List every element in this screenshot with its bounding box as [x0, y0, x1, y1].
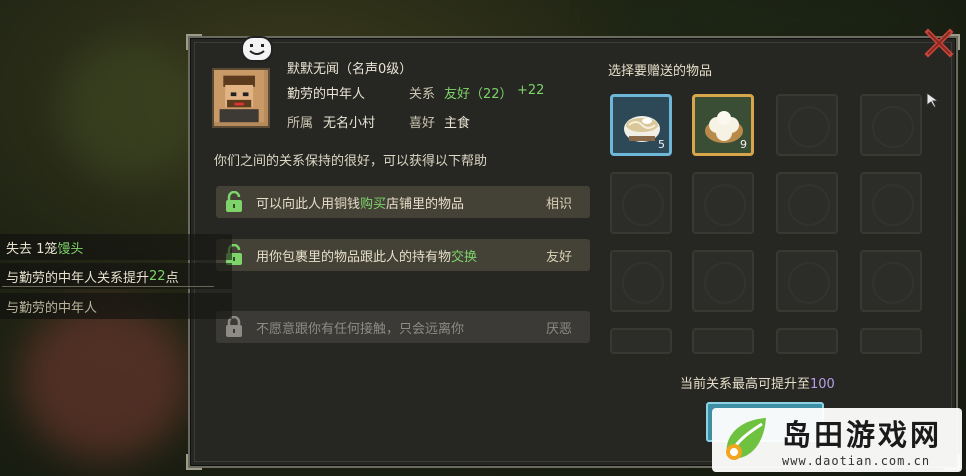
unlocked-icon — [226, 191, 242, 212]
log-line: 失去 1笼 馒头 — [0, 234, 232, 260]
background-blotch — [600, 0, 960, 40]
help-description: 你们之间的关系保持的很好，可以获得以下帮助 — [214, 154, 488, 169]
benefit-buy: 可以向此人用铜钱购买店铺里的物品 相识 — [216, 186, 590, 218]
gift-slot-empty[interactable] — [860, 94, 922, 156]
watermark-title: 岛田游戏网 — [782, 418, 943, 452]
mouse-cursor-icon — [926, 92, 940, 108]
gift-slot-empty[interactable] — [860, 172, 922, 234]
gift-slot-empty[interactable] — [776, 94, 838, 156]
benefit-exchange: 用你包裹里的物品跟此人的持有物交换 友好 — [216, 239, 590, 271]
lock-icon — [226, 316, 242, 337]
gift-slot-empty[interactable] — [610, 250, 672, 312]
leaf-logo-icon — [726, 418, 766, 460]
gift-slot-empty[interactable] — [610, 328, 672, 354]
gift-title: 选择要赠送的物品 — [608, 64, 713, 79]
item-count: 5 — [658, 138, 665, 151]
benefit-highlight: 交换 — [451, 249, 478, 265]
benefit-level: 友好 — [546, 249, 573, 265]
background-blotch — [20, 300, 190, 460]
emote-bubble-icon — [241, 36, 273, 62]
site-watermark: 岛田游戏网 www.daotian.com.cn — [712, 408, 962, 472]
item-count: 9 — [740, 138, 747, 151]
affiliation-label: 所属 — [287, 116, 314, 131]
npc-title: 勤劳的中年人 — [287, 87, 366, 102]
benefit-highlight: 购买 — [360, 196, 387, 212]
gift-slot-empty[interactable] — [692, 328, 754, 354]
gift-slot-empty[interactable] — [610, 172, 672, 234]
benefit-text: 用你包裹里的物品跟此人的持有物 — [256, 249, 452, 265]
log-divider — [2, 286, 214, 287]
gift-slot[interactable]: 5 — [610, 94, 672, 156]
benefit-text: 店铺里的物品 — [386, 196, 465, 212]
gift-slot-empty[interactable] — [776, 328, 838, 354]
preference-value: 主食 — [444, 116, 471, 131]
gift-slot-empty[interactable] — [776, 250, 838, 312]
affiliation-value: 无名小村 — [323, 116, 376, 131]
log-line: 与勤劳的中年人 — [0, 293, 232, 319]
relation-label: 关系 — [409, 87, 436, 102]
preference-label: 喜好 — [409, 116, 436, 131]
gift-slot-empty[interactable] — [776, 172, 838, 234]
close-button[interactable] — [922, 26, 956, 60]
close-icon — [924, 28, 954, 58]
npc-name: 默默无闻（名声0级） — [287, 62, 413, 77]
benefit-text: 不愿意跟你有任何接触，只会远离你 — [256, 321, 465, 337]
background-blotch — [60, 40, 200, 180]
relation-delta: +22 — [517, 83, 545, 98]
npc-avatar-icon — [214, 70, 265, 123]
benefit-level: 厌恶 — [546, 321, 573, 337]
relation-value: 友好（22） — [444, 87, 513, 102]
npc-portrait — [212, 68, 270, 128]
gift-slot-empty[interactable] — [692, 172, 754, 234]
benefit-text: 可以向此人用铜钱 — [256, 196, 361, 212]
gift-slot-empty[interactable] — [692, 250, 754, 312]
gift-slot-empty[interactable] — [860, 250, 922, 312]
watermark-url: www.daotian.com.cn — [782, 454, 931, 468]
benefit-avoid: 不愿意跟你有任何接触，只会远离你 厌恶 — [216, 311, 590, 343]
relation-cap: 当前关系最高可提升至100 — [680, 377, 835, 392]
gift-slot[interactable]: 9 — [692, 94, 754, 156]
benefit-level: 相识 — [546, 196, 573, 212]
gift-slot-empty[interactable] — [860, 328, 922, 354]
